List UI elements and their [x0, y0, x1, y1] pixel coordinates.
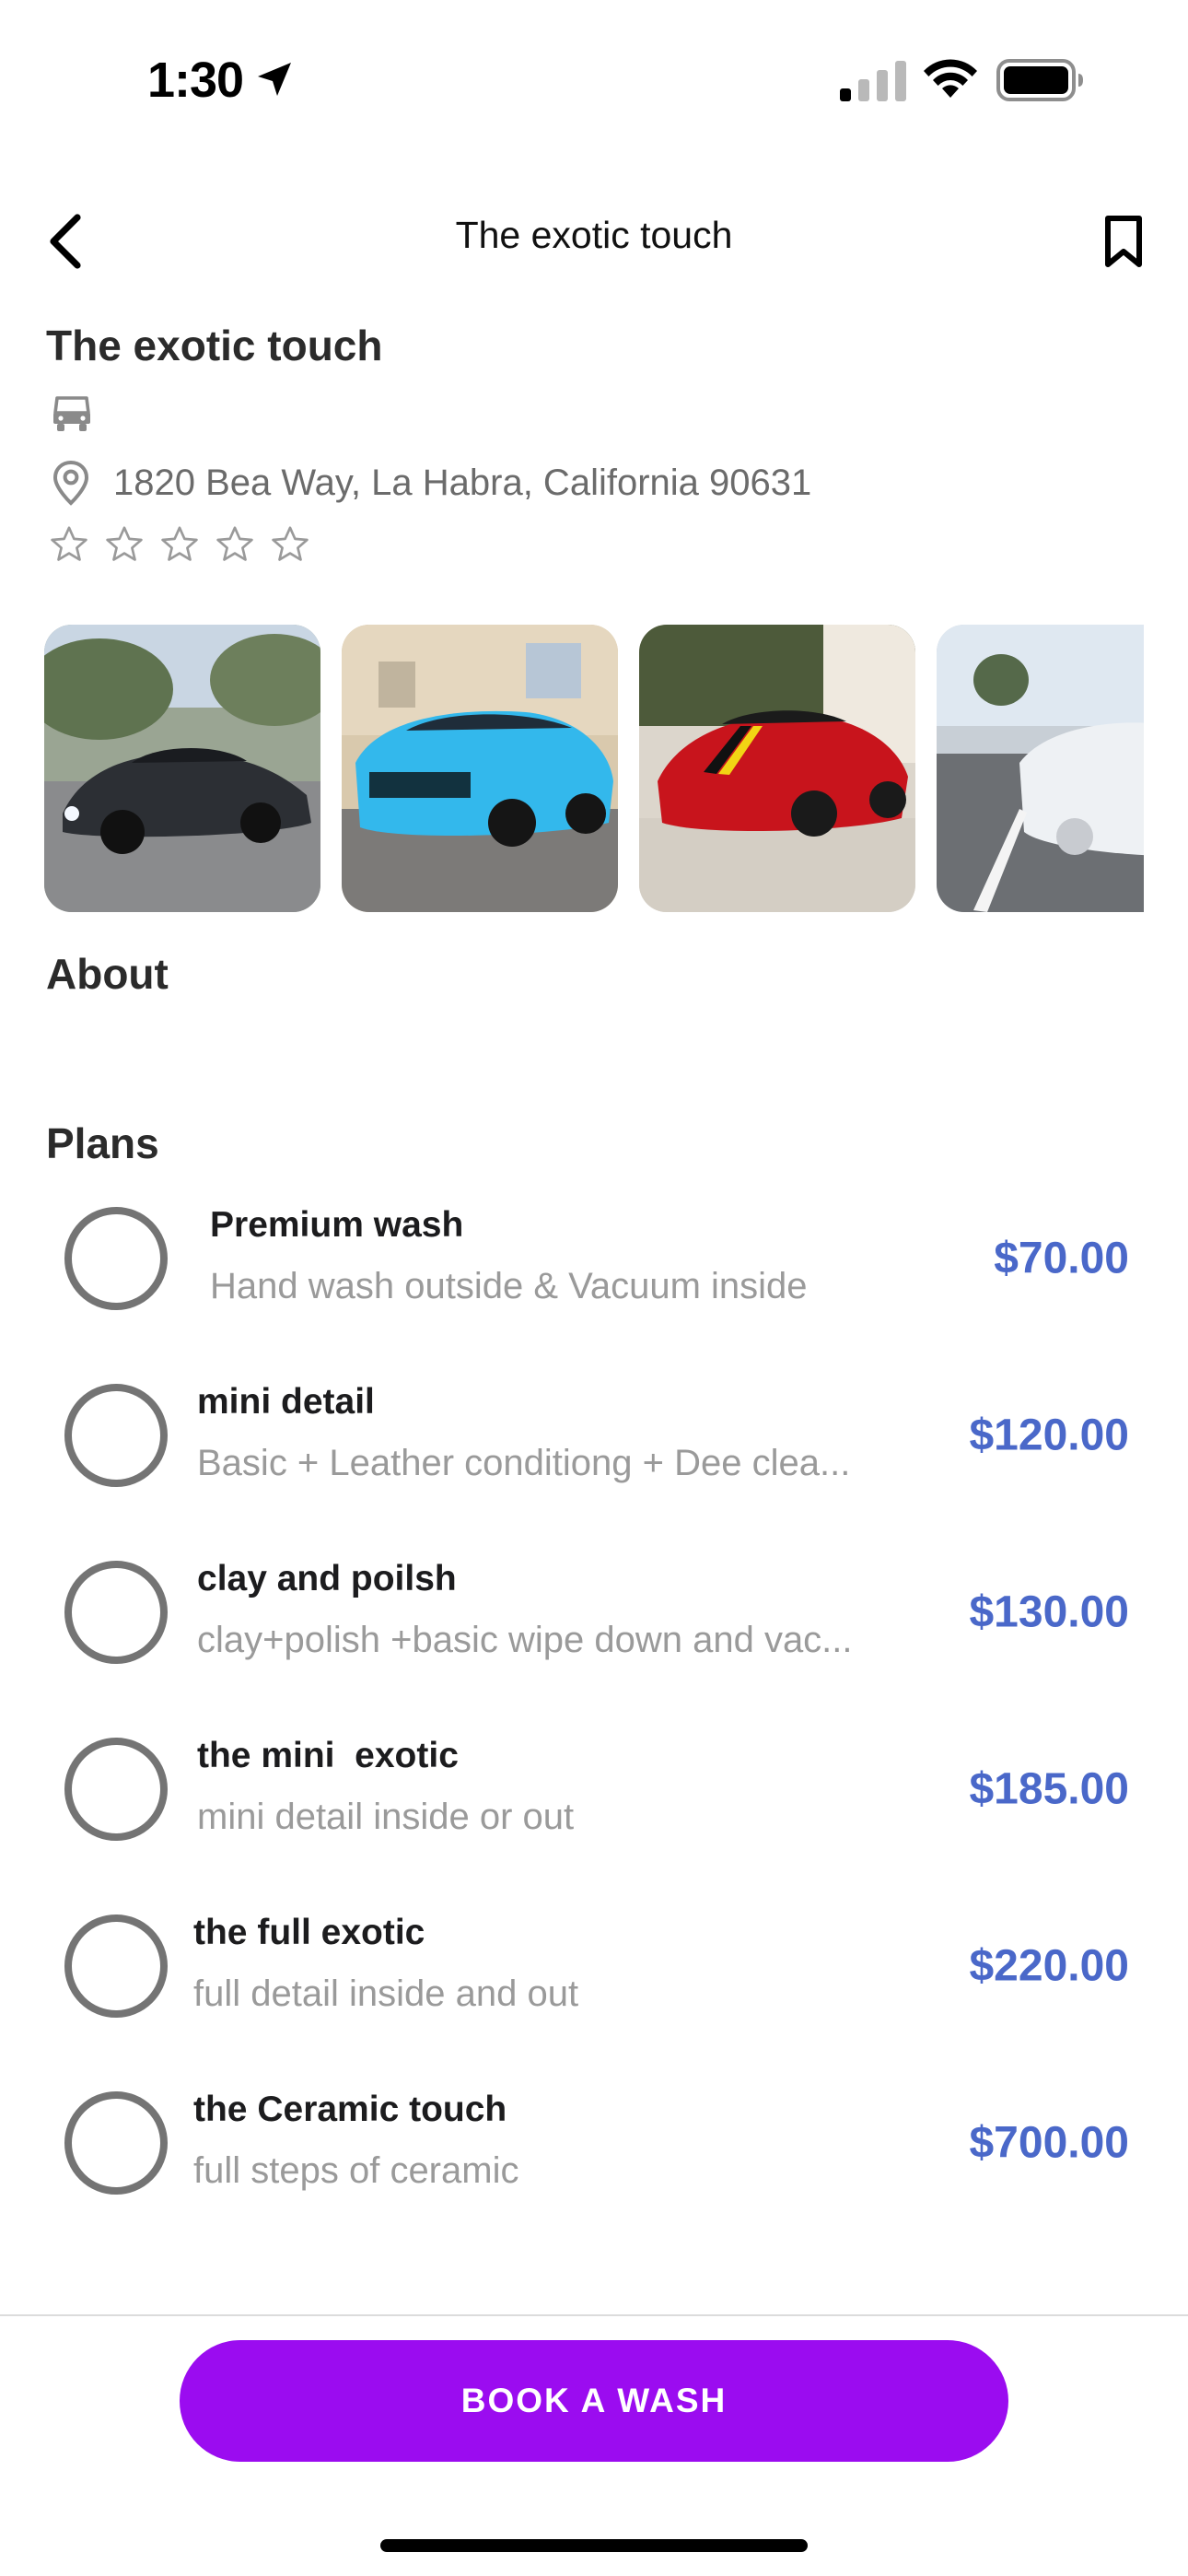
- plan-name: the mini exotic: [197, 1736, 459, 1775]
- star-icon: [51, 526, 87, 561]
- plan-description: full steps of ceramic: [193, 2150, 519, 2191]
- plan-radio[interactable]: [64, 1207, 168, 1310]
- plan-price: $220.00: [969, 1941, 1129, 1991]
- plan-option[interactable]: the mini exotic mini detail inside or ou…: [0, 1701, 1188, 1878]
- location-arrow-icon: [258, 63, 291, 96]
- plan-radio[interactable]: [64, 1914, 168, 2018]
- home-indicator[interactable]: [380, 2539, 808, 2552]
- plan-price: $120.00: [969, 1411, 1129, 1460]
- shop-address: 1820 Bea Way, La Habra, California 90631: [113, 463, 812, 503]
- plan-option[interactable]: Premium wash Hand wash outside & Vacuum …: [0, 1170, 1188, 1347]
- bottom-divider: [0, 2314, 1188, 2316]
- plan-name: the Ceramic touch: [193, 2090, 507, 2129]
- plan-radio[interactable]: [64, 2091, 168, 2195]
- plan-description: full detail inside and out: [193, 1973, 579, 2014]
- map-pin-icon: [52, 460, 89, 506]
- plan-radio[interactable]: [64, 1384, 168, 1487]
- plan-name: Premium wash: [210, 1205, 464, 1245]
- blue-suv-photo[interactable]: [342, 625, 618, 912]
- white-sedan-photo[interactable]: [937, 625, 1144, 912]
- plan-option[interactable]: clay and poilsh clay+polish +basic wipe …: [0, 1524, 1188, 1701]
- plan-name: the full exotic: [193, 1913, 425, 1952]
- plan-option[interactable]: the Ceramic touch full steps of ceramic …: [0, 2055, 1188, 2231]
- star-icon: [106, 526, 143, 561]
- plan-name: mini detail: [197, 1382, 375, 1422]
- black-supercar-photo[interactable]: [44, 625, 320, 912]
- status-time: 1:30: [147, 53, 244, 108]
- star-icon: [161, 526, 198, 561]
- plan-option[interactable]: mini detail Basic + Leather conditiong +…: [0, 1347, 1188, 1524]
- bookmark-icon: [1105, 216, 1142, 267]
- cellular-signal-icon: [840, 61, 906, 101]
- wifi-icon: [924, 59, 977, 98]
- battery-icon: [996, 59, 1083, 101]
- plan-description: mini detail inside or out: [197, 1797, 575, 1837]
- plan-price: $130.00: [969, 1587, 1129, 1637]
- red-sports-car-photo[interactable]: [639, 625, 915, 912]
- plan-option[interactable]: the full exotic full detail inside and o…: [0, 1878, 1188, 2055]
- plan-radio[interactable]: [64, 1738, 168, 1841]
- plans-heading: Plans: [46, 1119, 159, 1167]
- plan-description: clay+polish +basic wipe down and vac...: [197, 1620, 853, 1660]
- about-heading: About: [46, 950, 169, 998]
- nav-title: The exotic touch: [455, 214, 733, 256]
- shop-name: The exotic touch: [46, 322, 383, 369]
- plan-price: $70.00: [994, 1234, 1129, 1283]
- star-icon: [216, 526, 253, 561]
- star-icon: [272, 526, 309, 561]
- car-icon: [53, 396, 90, 431]
- plan-price: $700.00: [969, 2118, 1129, 2168]
- plan-price: $185.00: [969, 1764, 1129, 1814]
- rating-stars: [48, 523, 311, 566]
- plan-description: Hand wash outside & Vacuum inside: [210, 1266, 808, 1306]
- plan-name: clay and poilsh: [197, 1559, 457, 1598]
- book-a-wash-button[interactable]: BOOK A WASH: [180, 2340, 1008, 2462]
- plan-radio[interactable]: [64, 1561, 168, 1664]
- photo-gallery[interactable]: [44, 625, 1144, 912]
- plan-description: Basic + Leather conditiong + Dee clea...: [197, 1443, 851, 1483]
- bookmark-button[interactable]: [1087, 205, 1160, 278]
